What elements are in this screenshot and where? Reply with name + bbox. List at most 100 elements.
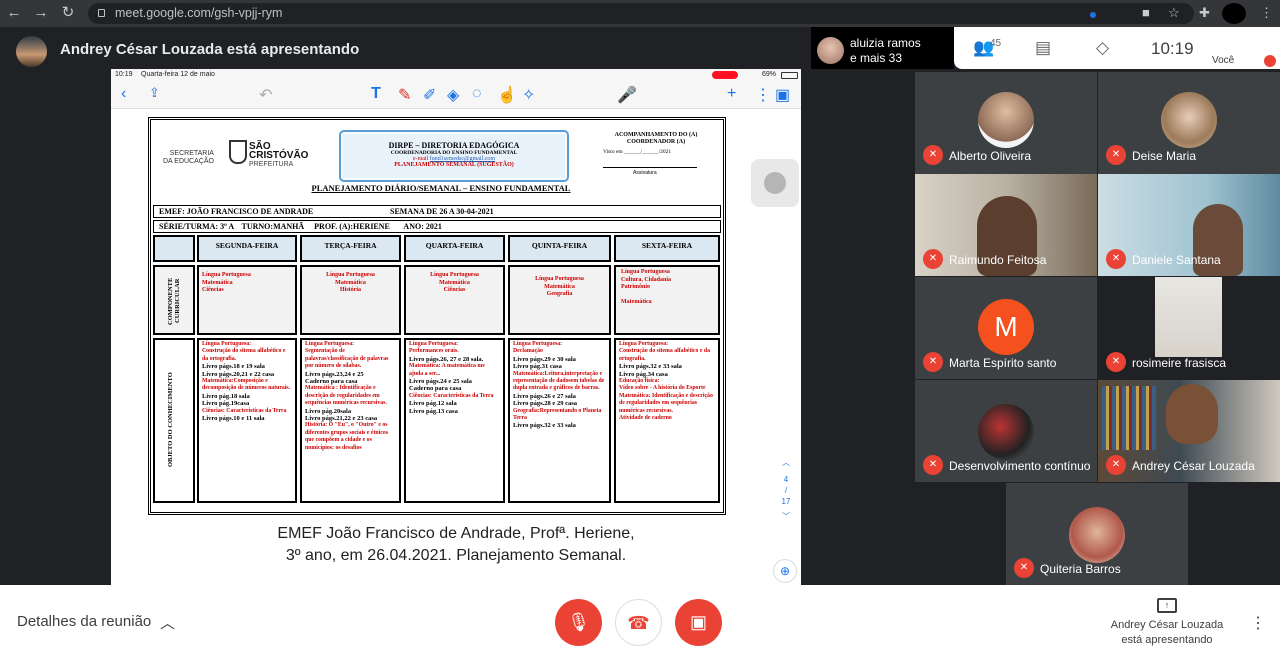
objeto-line: Livro pág.12 sala [409,400,457,408]
text-tool-icon[interactable]: T [371,85,381,103]
ipad-status-bar: 10:19 Quarta-feira 12 de maio 69% [111,69,801,81]
leave-call-button[interactable]: ☎ [615,599,662,646]
chevron-up-icon[interactable]: ︿ [160,612,175,633]
objeto-line: Ciências: Características da Terra [202,407,287,414]
mic-off-icon: ✕ [1014,558,1034,578]
objeto-line: Construção do sitema alfabético e da ort… [619,348,710,362]
camera-toggle-button[interactable]: ▣ [675,599,722,646]
objeto-line: Matemática:Composição e decomposição de … [202,378,291,392]
video-feed [1166,384,1218,444]
participant-name: Andrey César Louzada [1132,459,1255,473]
objeto-line: Livro págs.32 e 33 sala [619,363,682,371]
page-down-icon[interactable]: ﹀ [778,511,794,522]
mic-off-icon [1264,55,1276,67]
url-text: meet.google.com/gsh-vpjj-rym [115,6,283,20]
reload-icon[interactable]: ↻ [58,4,78,22]
objeto-line: Livro pág.13 casa [409,407,458,415]
participant-tile[interactable]: ✕ Andrey César Louzada [1098,380,1280,482]
presenting-status[interactable]: Andrey César Louzada está apresentando [1108,618,1226,648]
participant-tile[interactable]: ✕ Desenvolvimento contínuo [915,380,1097,482]
plan-sug: PLANEJAMENTO SEMANAL (SUGESTÃO) [394,162,514,168]
bottom-controls: Detalhes da reunião ︿ 🎙 ☎ ▣ ↑ Andrey Cés… [0,585,1280,659]
activities-icon[interactable]: ◇ [1096,38,1109,58]
componente-cell: Língua Portuguesa Matemática Ciências [404,265,505,335]
objeto-label: OBJETO DO CONHECIMENTO [167,372,174,468]
more-icon[interactable]: ⋮ [755,85,771,105]
day-header: QUINTA-FEIRA [508,235,611,262]
objeto-line: Livro págs.23,24 e 25 [305,370,364,378]
chat-icon[interactable]: ▤ [1035,38,1051,58]
hand-icon[interactable]: ☝ [497,85,517,105]
participant-tile[interactable]: ✕ Alberto Oliveira [915,72,1097,174]
eraser-icon[interactable]: ◈ [447,85,459,105]
day-header: QUARTA-FEIRA [404,235,505,262]
objeto-line: Ciências: Características da Terra [409,392,494,399]
objeto-cell: Língua Portuguesa: Segmentação de palavra… [300,338,401,503]
objeto-line: Matemática: Identificação e descrição de… [619,392,713,414]
presenting-label: está apresentando [1121,634,1213,646]
plus-icon[interactable]: + [727,85,736,103]
share-icon[interactable]: ⇪ [149,85,160,101]
magic-icon[interactable]: ✧ [522,85,535,105]
back-chevron-icon[interactable]: ‹ [121,85,126,103]
page-sep: / [784,486,788,495]
more-options-icon[interactable]: ⋮ [1250,613,1266,633]
secretaria-logo-text: SECRETARIA DA EDUCAÇÃO [163,150,214,165]
objeto-line: Educação física: [619,378,660,385]
undo-icon[interactable]: ↶ [259,85,272,105]
objeto-line: Declamação [513,348,543,355]
participant-tile[interactable]: ✕ Daniele Santana [1098,174,1280,276]
address-bar[interactable]: meet.google.com/gsh-vpjj-rym [88,3,1194,24]
present-icon[interactable]: ↑ [1157,598,1177,613]
camera-icon[interactable]: ■ [1142,5,1150,20]
objeto-line: Atividade de caderno [619,415,672,422]
bookshelf [1102,386,1156,450]
zoom-icon[interactable]: ⊕ [773,559,797,583]
participant-name: Marta Espírito santo [949,356,1057,370]
participant-name: rosimeire frasisca [1132,356,1227,370]
extensions-icon[interactable]: ✚ [1199,5,1210,21]
participant-tile[interactable]: ✕ Quiteria Barros [1006,483,1188,585]
back-icon[interactable]: ← [4,4,24,22]
menu-icon[interactable]: ⋮ [1260,5,1273,21]
camera-off-icon: ▣ [689,612,707,632]
mic-off-icon: ✕ [923,249,943,269]
participant-tile[interactable]: M ✕ Marta Espírito santo [915,277,1097,379]
meeting-details[interactable]: Detalhes da reunião [17,613,151,630]
avatar [817,37,844,64]
participant-tile[interactable]: ✕ Deise Maria [1098,72,1280,174]
planning-document: SECRETARIA DA EDUCAÇÃO SÃO CRISTÓVÃO PRE… [148,117,726,515]
pen-icon[interactable]: ✎ [398,85,411,105]
presenter-title: Andrey César Louzada está apresentando [60,41,360,58]
forward-icon[interactable]: → [31,4,51,22]
pages-icon[interactable]: ▣ [775,85,790,105]
star-icon[interactable]: ☆ [1168,5,1180,21]
coat-of-arms-icon [229,140,247,164]
objeto-cell: Língua Portuguesa: Declamação Livro págs.2… [508,338,611,503]
objeto-line: Livro pág.20sala [305,407,352,415]
objeto-line: Livro págs.29 e 30 sala [513,355,576,363]
highlighter-icon[interactable]: ✐ [423,85,436,105]
profile-avatar[interactable] [1222,3,1246,24]
objeto-line: Caderno para casa [305,378,358,386]
lasso-icon[interactable]: ◌ [472,85,482,103]
floating-assistive-button[interactable] [751,159,799,207]
page-control[interactable]: ︿ 4 / 17 ﹀ [778,457,794,522]
page-up-icon[interactable]: ︿ [778,457,794,468]
others-indicator[interactable]: aluizia ramos e mais 33 [811,27,954,69]
battery-icon [781,72,798,79]
mic-icon[interactable]: 🎤 [617,85,637,105]
participant-tile[interactable]: ✕ Raimundo Feitosa [915,174,1097,276]
mic-off-icon: ✕ [923,145,943,165]
caption: EMEF João Francisco de Andrade, Profª. H… [111,523,801,567]
componente-label-cell: COMPONENTE CURRICULAR [153,265,195,335]
mic-toggle-button[interactable]: 🎙 [555,599,602,646]
signature-label: Assinatura [633,170,657,176]
school-name: EMEF: JOÃO FRANCISCO DE ANDRADE [159,207,314,216]
objeto-line: História: O "Eu", o "Outro" e os diferen… [305,422,388,451]
participant-tile[interactable]: ✕ rosimeire frasisca [1098,277,1280,379]
mic-off-icon: ✕ [1106,455,1126,475]
coordinator-heading: ACOMPANHAMENTO DO (A) COORDENADOR (A) [614,132,698,145]
chat-notification-dot [1090,12,1096,18]
mic-off-icon: ✕ [923,455,943,475]
